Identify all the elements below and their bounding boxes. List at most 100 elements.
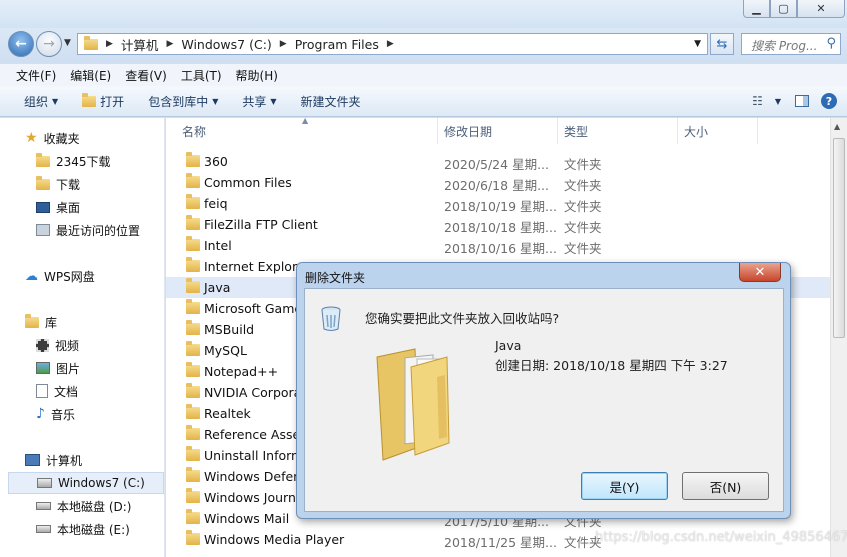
nav-favorites[interactable]: ★ 收藏夹	[25, 127, 80, 149]
watermark: https://blog.csdn.net/weixin_49856467	[595, 530, 847, 545]
file-type: 文件夹	[564, 220, 602, 235]
scroll-thumb[interactable]	[833, 138, 845, 338]
table-row[interactable]: Intel 2018/10/16 星期... 文件夹	[166, 235, 830, 256]
system-drive-icon	[37, 478, 52, 488]
menu-view[interactable]: 查看(V)	[118, 67, 174, 84]
menu-file[interactable]: 文件(F)	[9, 67, 63, 84]
include-library-button[interactable]: 包含到库中 ▼	[136, 93, 230, 110]
menu-help[interactable]: 帮助(H)	[229, 67, 285, 84]
address-dropdown-icon[interactable]: ▼	[694, 39, 701, 49]
nav-wps[interactable]: ☁ WPS网盘	[25, 265, 95, 287]
organize-button[interactable]: 组织 ▼	[0, 93, 70, 110]
nav-fav-desktop-label: 桌面	[56, 200, 81, 215]
title-bar	[0, 0, 847, 28]
file-name: Common Files	[204, 175, 292, 190]
nav-lib-pictures-label: 图片	[56, 361, 81, 376]
breadcrumb-drive[interactable]: Windows7 (C:)	[181, 37, 271, 52]
nav-drive-e-label: 本地磁盘 (E:)	[57, 522, 130, 537]
folder-icon	[186, 278, 200, 293]
column-header-type[interactable]: 类型	[558, 118, 678, 144]
nav-lib-pictures[interactable]: 图片	[36, 357, 80, 379]
breadcrumb-separator-icon: ▶	[279, 39, 287, 49]
file-type: 文件夹	[564, 199, 602, 214]
organize-label: 组织	[24, 94, 49, 109]
nav-lib-documents[interactable]: 文档	[36, 380, 78, 402]
downloads-folder-icon	[36, 175, 50, 190]
file-type: 文件夹	[564, 178, 602, 193]
file-type: 文件夹	[564, 241, 602, 256]
file-date: 2018/10/18 星期...	[444, 220, 557, 235]
breadcrumb-program-files[interactable]: Program Files	[295, 37, 379, 52]
nav-drive-e[interactable]: 本地磁盘 (E:)	[36, 518, 130, 540]
nav-computer[interactable]: 计算机	[25, 449, 82, 471]
search-box[interactable]: 搜索 Prog... ⚲	[741, 33, 841, 55]
refresh-button[interactable]: ⇆	[710, 33, 734, 55]
scroll-up-icon[interactable]: ▲	[834, 122, 840, 131]
yes-button[interactable]: 是(Y)	[581, 472, 668, 500]
address-bar[interactable]: ▶ 计算机 ▶ Windows7 (C:) ▶ Program Files ▶ …	[77, 33, 708, 55]
file-name: 360	[204, 154, 228, 169]
folder-icon	[186, 404, 200, 419]
forward-button[interactable]: →	[36, 31, 62, 57]
nav-fav-recent-label: 最近访问的位置	[56, 223, 141, 238]
breadcrumb-computer[interactable]: 计算机	[121, 35, 159, 54]
nav-drive-d[interactable]: 本地磁盘 (D:)	[36, 495, 131, 517]
nav-drive-c[interactable]: Windows7 (C:)	[8, 472, 164, 494]
dialog-close-button[interactable]: ✕	[739, 263, 781, 282]
nav-libraries[interactable]: 库	[25, 311, 57, 333]
preview-pane-button[interactable]	[787, 95, 817, 107]
nav-fav-recent[interactable]: 最近访问的位置	[36, 219, 140, 241]
table-row[interactable]: 360 2020/5/24 星期... 文件夹	[166, 151, 830, 172]
nav-lib-documents-label: 文档	[54, 384, 79, 399]
minimize-icon: ▁	[752, 2, 761, 15]
folder-icon	[186, 173, 200, 188]
sort-arrow-icon: ▲	[302, 118, 309, 125]
open-button[interactable]: 打开	[70, 92, 136, 110]
nav-fav-2345[interactable]: 2345下载	[36, 150, 111, 172]
minimize-button[interactable]: ▁	[743, 0, 770, 18]
column-name-label: 名称	[182, 124, 207, 139]
nav-lib-videos[interactable]: 视频	[36, 334, 79, 356]
include-library-label: 包含到库中	[148, 94, 209, 109]
history-dropdown-icon[interactable]: ▼	[64, 38, 71, 48]
help-button[interactable]: ?	[817, 93, 847, 109]
column-header-name[interactable]: 名称 ▲	[166, 118, 438, 144]
file-name: MySQL	[204, 343, 247, 358]
new-folder-button[interactable]: 新建文件夹	[289, 93, 373, 110]
search-icon[interactable]: ⚲	[826, 36, 836, 51]
hard-drive-icon	[36, 525, 51, 533]
open-folder-icon	[82, 92, 97, 107]
nav-fav-downloads[interactable]: 下载	[36, 173, 80, 195]
menu-edit[interactable]: 编辑(E)	[63, 67, 118, 84]
file-name: Windows Mail	[204, 511, 290, 526]
close-button[interactable]: ✕	[797, 0, 845, 18]
file-name: Windows Media Player	[204, 532, 345, 547]
maximize-icon: ▢	[778, 2, 789, 15]
file-date: 2018/10/19 星期...	[444, 199, 557, 214]
folder-icon	[186, 383, 200, 398]
star-icon: ★	[25, 130, 38, 146]
column-header-size[interactable]: 大小	[678, 118, 758, 144]
back-button[interactable]: ←	[8, 31, 34, 57]
table-row[interactable]: FileZilla FTP Client 2018/10/18 星期... 文件夹	[166, 214, 830, 235]
chevron-down-icon: ▼	[52, 96, 59, 106]
no-button[interactable]: 否(N)	[682, 472, 769, 500]
breadcrumb-separator-icon: ▶	[386, 39, 394, 49]
file-name: Notepad++	[204, 364, 279, 379]
share-button[interactable]: 共享 ▼	[230, 93, 288, 110]
nav-lib-music[interactable]: ♪ 音乐	[36, 403, 75, 425]
table-row[interactable]: feiq 2018/10/19 星期... 文件夹	[166, 193, 830, 214]
maximize-button[interactable]: ▢	[770, 0, 797, 18]
column-header-date[interactable]: 修改日期	[438, 118, 558, 144]
menu-tools[interactable]: 工具(T)	[174, 67, 229, 84]
file-name: Realtek	[204, 406, 251, 421]
folder-icon	[186, 341, 200, 356]
vertical-scrollbar[interactable]: ▲	[830, 118, 847, 557]
item-created-date: 创建日期: 2018/10/18 星期四 下午 3:27	[495, 358, 728, 373]
nav-fav-desktop[interactable]: 桌面	[36, 196, 80, 218]
table-row[interactable]: Common Files 2020/6/18 星期... 文件夹	[166, 172, 830, 193]
view-options-button[interactable]: ☷ ▼	[746, 94, 787, 108]
file-type: 文件夹	[564, 157, 602, 172]
file-name: FileZilla FTP Client	[204, 217, 318, 232]
recycle-bin-icon	[320, 305, 342, 332]
